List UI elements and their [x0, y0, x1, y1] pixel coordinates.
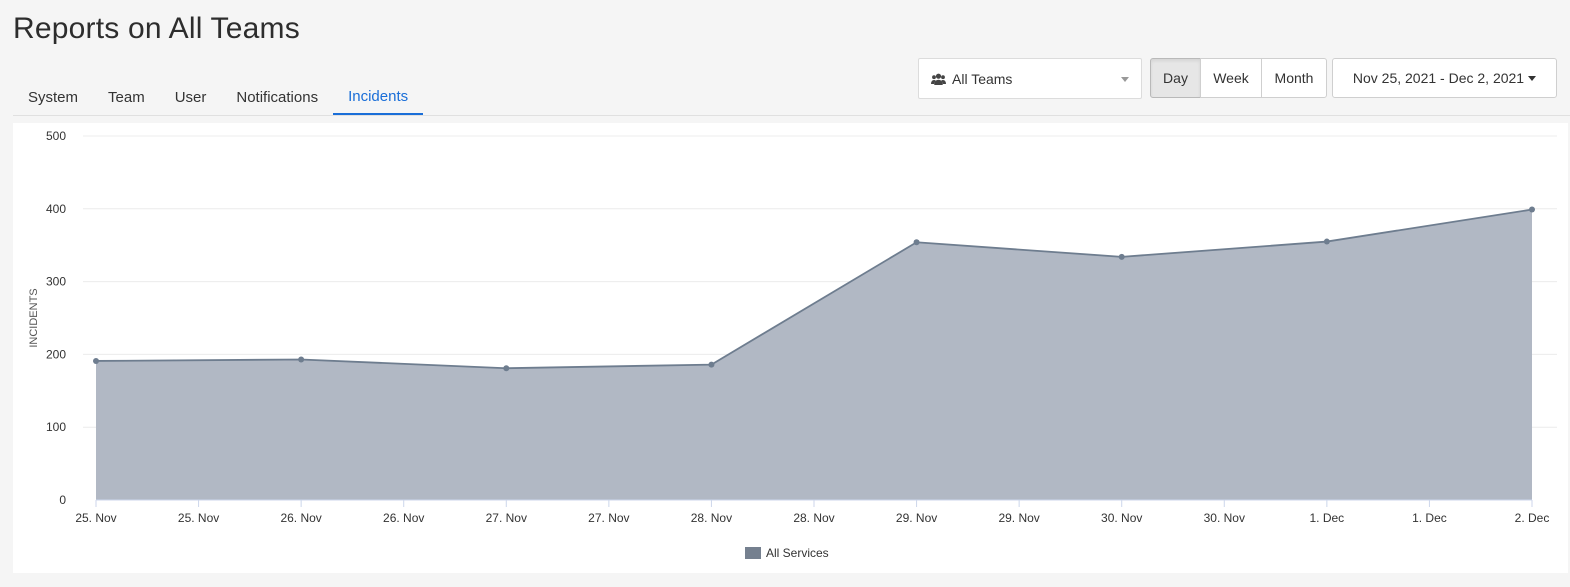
y-tick-label: 400	[46, 202, 66, 216]
data-point	[708, 361, 715, 368]
tab-notifications[interactable]: Notifications	[221, 80, 333, 116]
granularity-toggle: Day Week Month	[1150, 58, 1327, 98]
y-tick-label: 300	[46, 275, 66, 289]
y-tick-label: 100	[46, 420, 66, 434]
x-tick-label: 26. Nov	[280, 511, 321, 525]
tab-user[interactable]: User	[160, 80, 222, 116]
incidents-chart: 0 100 200 300 400 500 INCIDENTS 25. Nov 25. Nov 2…	[13, 123, 1568, 573]
y-axis-title: INCIDENTS	[28, 288, 40, 347]
tab-team[interactable]: Team	[93, 80, 160, 116]
caret-down-icon	[1528, 75, 1537, 81]
tabs-divider	[13, 115, 1570, 116]
x-tick-label: 27. Nov	[588, 511, 629, 525]
x-tick-label: 29. Nov	[896, 511, 937, 525]
report-tabs: System Team User Notifications Incidents	[13, 80, 424, 116]
day-button[interactable]: Day	[1150, 58, 1201, 98]
x-tick-label: 27. Nov	[486, 511, 527, 525]
legend-label: All Services	[766, 546, 829, 560]
week-button[interactable]: Week	[1200, 58, 1262, 98]
x-tick-label: 25. Nov	[75, 511, 116, 525]
team-select-value: All Teams	[952, 70, 1013, 87]
data-point	[93, 357, 99, 364]
date-range-picker[interactable]: Nov 25, 2021 - Dec 2, 2021	[1332, 58, 1557, 98]
month-button[interactable]: Month	[1261, 58, 1327, 98]
x-tick-label: 29. Nov	[998, 511, 1039, 525]
chart-legend[interactable]: All Services	[745, 546, 829, 560]
chevron-down-icon	[1121, 77, 1129, 82]
team-select[interactable]: All Teams	[918, 58, 1142, 99]
x-tick-label: 30. Nov	[1204, 511, 1245, 525]
x-tick-label: 28. Nov	[691, 511, 732, 525]
legend-swatch	[745, 547, 761, 559]
tab-incidents[interactable]: Incidents	[333, 80, 424, 116]
data-point	[913, 239, 920, 246]
x-tick-label: 30. Nov	[1101, 511, 1142, 525]
users-icon	[931, 73, 946, 85]
y-tick-label: 200	[46, 347, 66, 361]
page-title: Reports on All Teams	[13, 12, 300, 45]
y-tick-label: 500	[46, 129, 66, 143]
x-tick-label: 2. Dec	[1515, 511, 1550, 525]
data-point	[1323, 238, 1330, 245]
data-point	[1529, 206, 1535, 213]
x-tick-label: 26. Nov	[383, 511, 424, 525]
x-tick-label: 1. Dec	[1310, 511, 1345, 525]
incidents-chart-svg: 0 100 200 300 400 500 INCIDENTS 25. Nov 25. Nov 2…	[28, 129, 1557, 525]
data-point	[298, 356, 305, 363]
date-range-value: Nov 25, 2021 - Dec 2, 2021	[1352, 70, 1525, 86]
data-point	[1118, 253, 1125, 260]
x-tick-label: 1. Dec	[1412, 511, 1447, 525]
y-tick-label: 0	[59, 493, 66, 507]
x-tick-label: 28. Nov	[793, 511, 834, 525]
tab-system[interactable]: System	[13, 80, 93, 116]
data-point	[503, 365, 510, 372]
x-tick-label: 25. Nov	[178, 511, 219, 525]
